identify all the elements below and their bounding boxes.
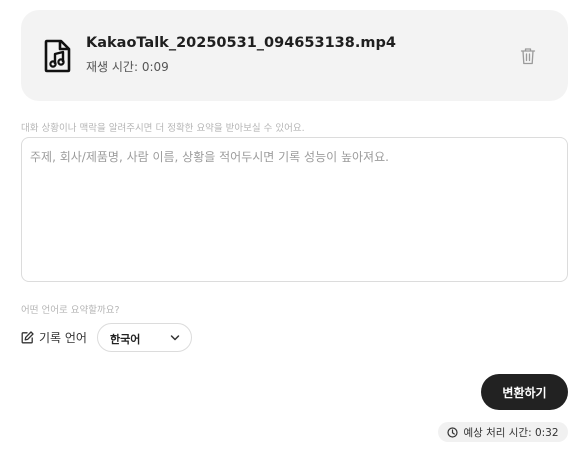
music-file-icon (44, 39, 71, 73)
language-select[interactable]: 한국어 (97, 323, 192, 352)
file-card: KakaoTalk_20250531_094653138.mp4 재생 시간: … (21, 10, 568, 101)
estimate-badge: 예상 처리 시간: 0:32 (438, 422, 568, 442)
context-input[interactable] (21, 137, 568, 282)
language-label: 기록 언어 (21, 329, 87, 346)
clock-icon (447, 426, 459, 438)
edit-icon (21, 331, 34, 344)
language-hint: 어떤 언어로 요약할까요? (21, 305, 120, 316)
file-duration: 재생 시간: 0:09 (86, 60, 169, 74)
convert-button[interactable]: 변환하기 (481, 374, 568, 410)
trash-icon[interactable] (520, 47, 536, 65)
language-label-text: 기록 언어 (39, 331, 87, 345)
file-name: KakaoTalk_20250531_094653138.mp4 (86, 35, 396, 51)
estimate-text: 예상 처리 시간: 0:32 (463, 426, 559, 439)
language-select-value: 한국어 (110, 333, 141, 346)
context-hint: 대화 상황이나 맥락을 알려주시면 더 정확한 요약을 받아보실 수 있어요. (21, 123, 305, 134)
chevron-down-icon (170, 335, 180, 341)
